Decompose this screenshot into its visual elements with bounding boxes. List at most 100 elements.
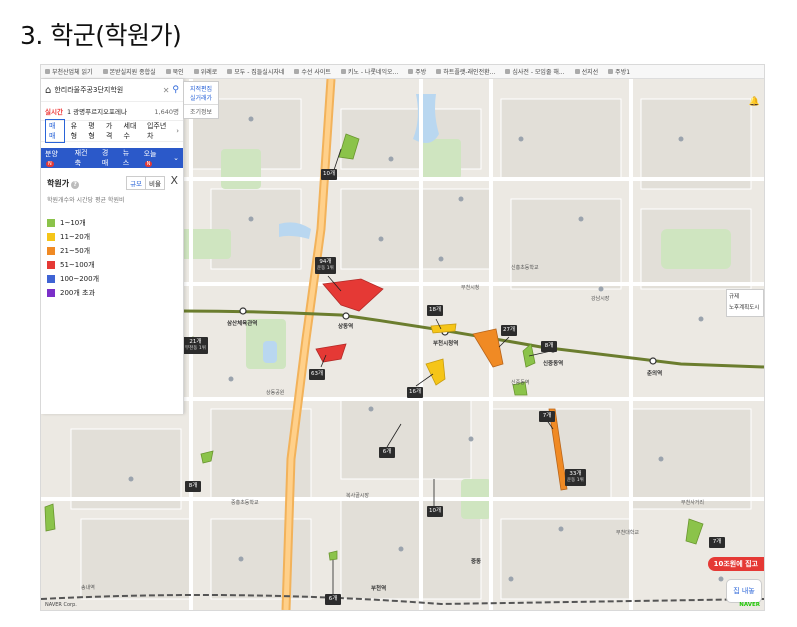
academy-count-label[interactable]: 6개 — [325, 594, 341, 606]
academy-rank: 운동 1위 — [567, 478, 584, 484]
bookmark-item[interactable]: 심사전 - 모임줄 해... — [505, 67, 564, 76]
category-tabs: 분양 N 재건축 경매 뉴스 오늘 N ⌄ — [41, 148, 183, 168]
academy-count: 7개 — [712, 539, 722, 545]
academy-count-label[interactable]: 7개 — [709, 537, 725, 549]
realtime-label: 실시간 — [45, 108, 63, 116]
tab-price[interactable]: 가격 — [106, 121, 118, 141]
map-place-label: 신중동역 — [511, 380, 530, 386]
tab-type[interactable]: 유형 — [71, 121, 83, 141]
academy-count: 21개 — [189, 339, 202, 345]
search-input[interactable]: 한리라울주공3단지학원 — [54, 85, 159, 95]
station-label[interactable]: 춘의역 — [647, 369, 662, 377]
legend-swatch — [47, 261, 55, 269]
station-label[interactable]: 신중동역 — [543, 359, 563, 367]
map-attribution: NAVER Corp. — [45, 602, 77, 608]
academy-count-label[interactable]: 27개 — [501, 325, 518, 337]
academy-count-label[interactable]: 10개 — [321, 169, 338, 181]
legend-swatch — [47, 275, 55, 283]
right-popup-item[interactable]: 규제 — [729, 292, 761, 303]
tab-size[interactable]: 평형 — [88, 121, 100, 141]
chevron-right-icon[interactable]: › — [176, 127, 179, 135]
tab-presale[interactable]: 분양 N — [45, 149, 67, 167]
academy-count-label[interactable]: 10개 — [427, 506, 444, 518]
bookmark-item[interactable]: 수선 사이트 — [294, 67, 331, 76]
legend-label: 100~200개 — [60, 275, 100, 283]
station-label[interactable]: 중동 — [471, 557, 481, 565]
map-screenshot: 부천산업체 읽기 본받실지원 종합실 북인 위례로 모두 - 집들실시자네 수선… — [40, 64, 765, 611]
list-house-button[interactable]: 집 내놓 — [726, 579, 762, 603]
tab-today[interactable]: 오늘 N — [144, 149, 166, 167]
bookmark-item[interactable]: 부천산업체 읽기 — [45, 67, 93, 76]
academy-count: 33개 — [569, 471, 582, 477]
map-place-label: 신흥초등학교 — [511, 265, 539, 271]
academy-count-label[interactable]: 18개 — [427, 305, 444, 317]
academy-count-label[interactable]: 16개 — [407, 387, 424, 399]
clear-icon[interactable]: ✕ — [163, 86, 170, 95]
realtime-ranking[interactable]: 실시간 1 광명푸르지오포레나 1,640명 — [41, 102, 183, 120]
toggle-scale[interactable]: 규모 — [127, 177, 147, 189]
right-popup[interactable]: 규제 노후계획도시 — [726, 289, 764, 317]
realtime-item[interactable]: 1 광명푸르지오포레나 — [67, 106, 127, 116]
bookmark-item[interactable]: 북인 — [166, 67, 184, 76]
right-popup-item[interactable]: 노후계획도시 — [729, 303, 761, 314]
real-price-label: 실거래가 — [189, 95, 213, 102]
academy-count-label[interactable]: 6개 — [379, 447, 395, 459]
academy-count: 8개 — [188, 483, 198, 489]
academy-count-label[interactable]: 7개 — [539, 411, 555, 423]
scale-toggle[interactable]: 규모 비율 — [126, 176, 165, 190]
station-label[interactable]: 상동역 — [338, 322, 353, 330]
home-icon[interactable]: ⌂ — [45, 85, 51, 96]
map-place-label: 부천대학교 — [616, 530, 640, 536]
bookmark-item[interactable]: 하트플랫-래인전환... — [436, 67, 495, 76]
legend-item: 21~50개 — [47, 244, 177, 258]
tab-sale[interactable]: 매매 — [45, 119, 65, 143]
cadastral-toggle-button[interactable]: 지적편집 실거래가 조기정보 — [183, 81, 219, 119]
academy-count: 27개 — [503, 327, 516, 333]
bookmark-item[interactable]: 본받실지원 종합실 — [103, 67, 156, 76]
realtime-count: 1,640명 — [154, 108, 179, 116]
bookmark-item[interactable]: 주방 — [408, 67, 426, 76]
ad-banner[interactable]: 10조원에 집고 — [707, 557, 764, 571]
tab-label: 오늘 — [143, 150, 157, 158]
slide-title: 3. 학군(학원가) — [20, 21, 182, 50]
tab-auction[interactable]: 경매 — [102, 148, 115, 168]
bookmark-item[interactable]: 키노 - 나롯네익오... — [341, 67, 398, 76]
academy-count-label[interactable]: 63개 — [309, 369, 326, 381]
legend-label: 1~10개 — [60, 219, 86, 227]
station-label[interactable]: 부천역 — [371, 584, 386, 592]
station-label[interactable]: 삼산체육관역 — [227, 319, 257, 327]
bookmark-item[interactable]: 주방1 — [608, 67, 630, 76]
academy-rank: 부천동 1위 — [185, 346, 206, 352]
academy-count-label[interactable]: 33개 운동 1위 — [565, 469, 586, 486]
chevron-down-icon[interactable]: ⌄ — [173, 154, 179, 162]
search-bar[interactable]: ⌂ 한리라울주공3단지학원 ✕ ⚲ — [41, 79, 183, 102]
tab-move-in-year[interactable]: 입주년차 — [147, 121, 170, 141]
search-icon[interactable]: ⚲ — [172, 85, 179, 95]
bell-icon[interactable]: 🔔 — [749, 97, 760, 107]
map-place-label: 중흥초등학교 — [231, 500, 259, 506]
academy-count: 94개 — [319, 259, 332, 265]
bookmark-item[interactable]: 선지선 — [575, 67, 599, 76]
academy-count: 10개 — [323, 171, 336, 177]
toggle-ratio[interactable]: 비율 — [146, 177, 164, 189]
academy-count-label[interactable]: 8개 — [185, 481, 201, 493]
legend-swatch — [47, 247, 55, 255]
legend-item: 51~100개 — [47, 258, 177, 272]
legend-item: 100~200개 — [47, 272, 177, 286]
tab-news[interactable]: 뉴스 — [123, 148, 136, 168]
academy-count-label[interactable]: 94개 운동 1위 — [315, 257, 336, 274]
bookmark-item[interactable]: 모두 - 집들실시자네 — [227, 67, 284, 76]
help-icon[interactable]: ? — [71, 181, 80, 189]
academy-rank: 운동 1위 — [317, 266, 334, 272]
tab-reconstruction[interactable]: 재건축 — [75, 148, 94, 168]
academy-count-label[interactable]: 21개 부천동 1위 — [183, 337, 208, 354]
map-place-label: 상동공원 — [266, 390, 285, 396]
close-icon[interactable]: X — [170, 174, 178, 187]
cadastral-label: 지적편집 — [189, 86, 213, 93]
academy-count-label[interactable]: 8개 — [541, 341, 557, 353]
map-place-label: 강남시장 — [591, 296, 610, 302]
tab-households[interactable]: 세대수 — [124, 121, 141, 141]
bookmark-item[interactable]: 위례로 — [194, 67, 218, 76]
station-label[interactable]: 부천시청역 — [433, 339, 458, 347]
legend-label: 21~50개 — [60, 247, 91, 255]
